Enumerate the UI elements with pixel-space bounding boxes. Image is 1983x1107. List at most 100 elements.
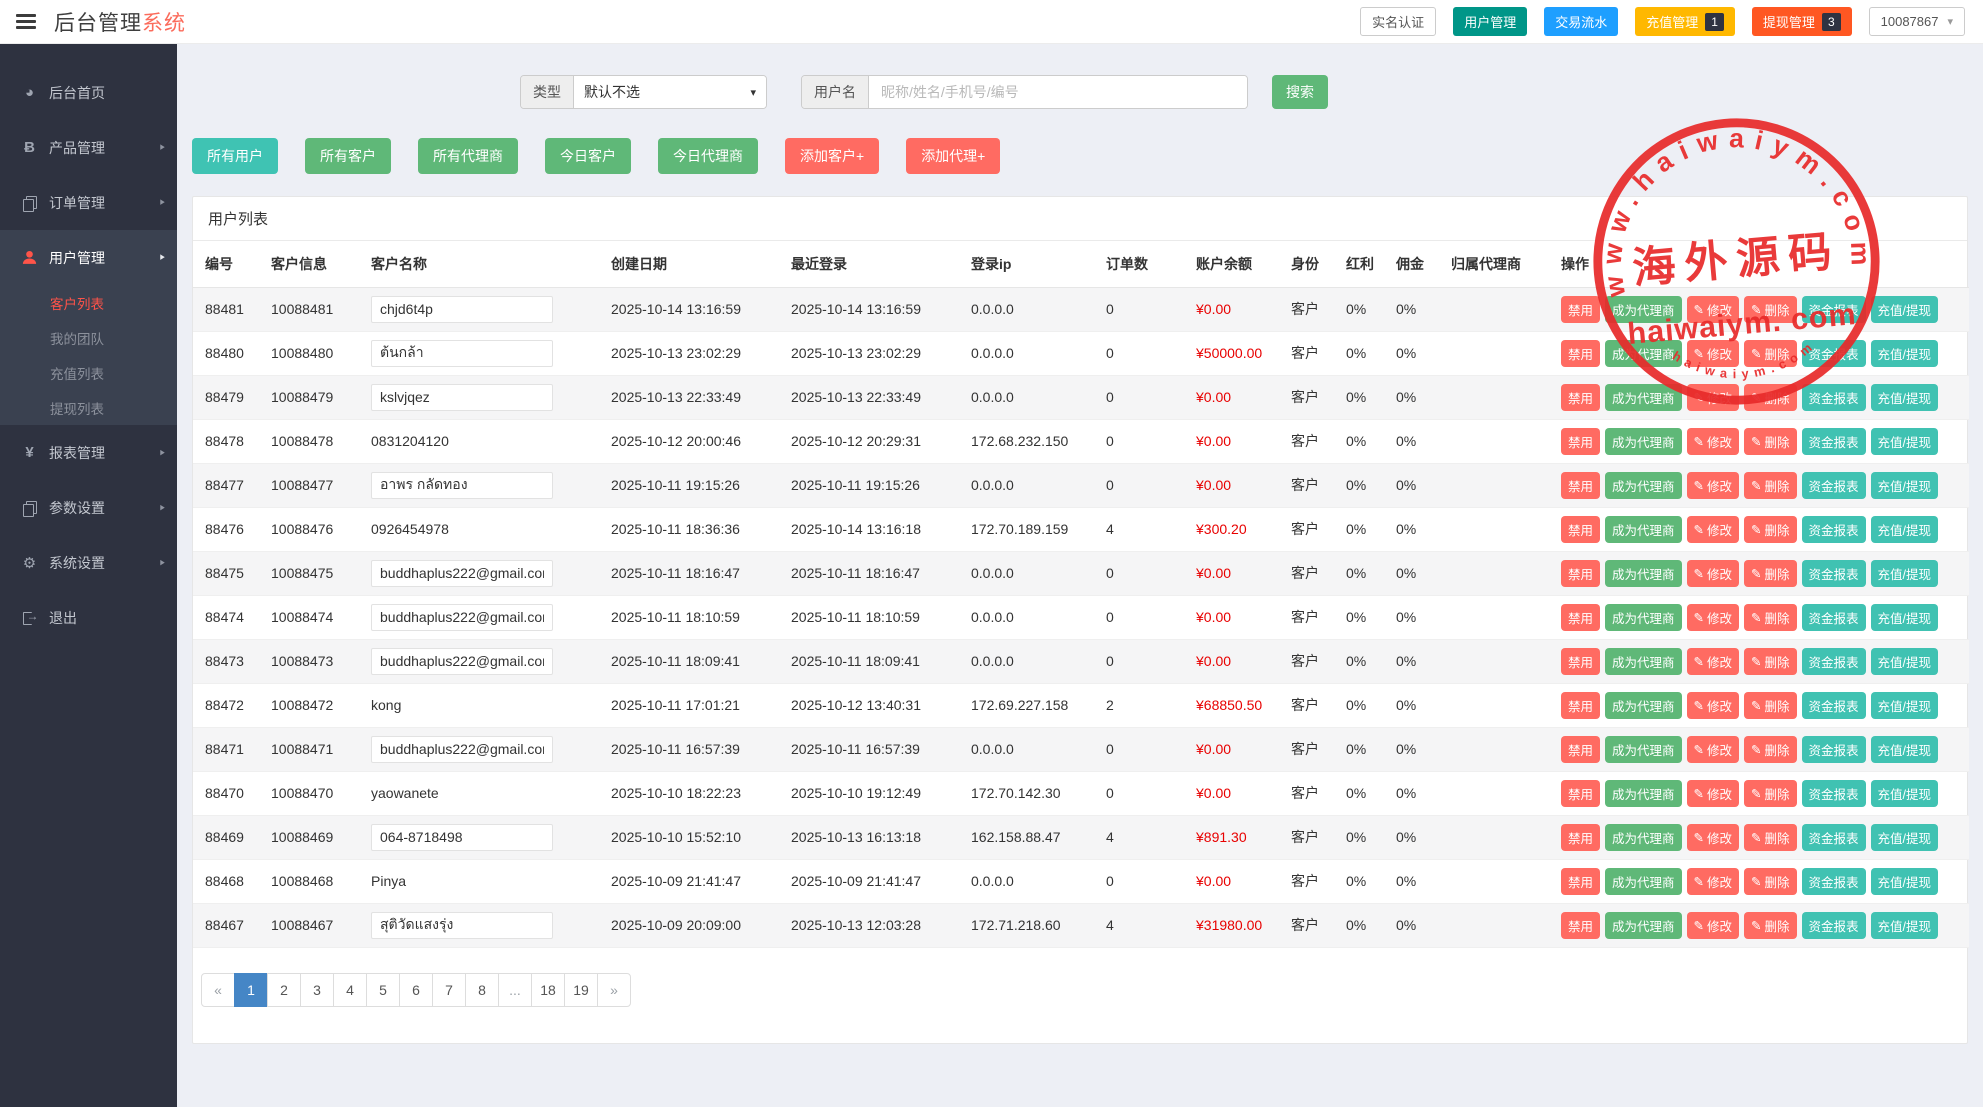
op-funds-report-button[interactable]: 资金报表	[1802, 428, 1866, 455]
account-dropdown[interactable]: 10087867 ▾	[1869, 7, 1965, 36]
sidebar-item-reports[interactable]: ¥报表管理▸	[0, 425, 177, 480]
action-all-customers-button[interactable]: 所有客户	[305, 138, 391, 174]
op-funds-report-button[interactable]: 资金报表	[1802, 648, 1866, 675]
op-funds-report-button[interactable]: 资金报表	[1802, 780, 1866, 807]
op-recharge-withdraw-button[interactable]: 充值/提现	[1871, 472, 1938, 499]
op-disable-button[interactable]: 禁用	[1561, 692, 1600, 719]
op-delete-button[interactable]: ✎删除	[1744, 428, 1797, 455]
customer-name-input[interactable]	[371, 648, 553, 675]
op-recharge-withdraw-button[interactable]: 充值/提现	[1871, 428, 1938, 455]
op-delete-button[interactable]: ✎删除	[1744, 648, 1797, 675]
op-make-agent-button[interactable]: 成为代理商	[1605, 384, 1682, 411]
op-delete-button[interactable]: ✎删除	[1744, 340, 1797, 367]
action-today-customers-button[interactable]: 今日客户	[545, 138, 631, 174]
op-edit-button[interactable]: ✎修改	[1687, 340, 1740, 367]
page-4-button[interactable]: 4	[333, 973, 367, 1007]
op-edit-button[interactable]: ✎修改	[1687, 868, 1740, 895]
page-2-button[interactable]: 2	[267, 973, 301, 1007]
op-disable-button[interactable]: 禁用	[1561, 428, 1600, 455]
op-delete-button[interactable]: ✎删除	[1744, 912, 1797, 939]
customer-name-input[interactable]	[371, 384, 553, 411]
page-3-button[interactable]: 3	[300, 973, 334, 1007]
op-recharge-withdraw-button[interactable]: 充值/提现	[1871, 912, 1938, 939]
op-delete-button[interactable]: ✎删除	[1744, 604, 1797, 631]
op-recharge-withdraw-button[interactable]: 充值/提现	[1871, 736, 1938, 763]
op-disable-button[interactable]: 禁用	[1561, 912, 1600, 939]
op-disable-button[interactable]: 禁用	[1561, 340, 1600, 367]
op-make-agent-button[interactable]: 成为代理商	[1605, 824, 1682, 851]
op-delete-button[interactable]: ✎删除	[1744, 516, 1797, 543]
op-recharge-withdraw-button[interactable]: 充值/提现	[1871, 516, 1938, 543]
op-recharge-withdraw-button[interactable]: 充值/提现	[1871, 868, 1938, 895]
op-edit-button[interactable]: ✎修改	[1687, 296, 1740, 323]
nav-recharge-management-button[interactable]: 充值管理1	[1635, 7, 1735, 36]
op-recharge-withdraw-button[interactable]: 充值/提现	[1871, 692, 1938, 719]
op-make-agent-button[interactable]: 成为代理商	[1605, 340, 1682, 367]
nav-realname-auth-button[interactable]: 实名认证	[1360, 7, 1436, 36]
op-edit-button[interactable]: ✎修改	[1687, 912, 1740, 939]
op-make-agent-button[interactable]: 成为代理商	[1605, 868, 1682, 895]
page-prev-button[interactable]: «	[201, 973, 235, 1007]
sidebar-item-dashboard[interactable]: ◕后台首页	[0, 65, 177, 120]
page-1-button[interactable]: 1	[234, 973, 268, 1007]
op-edit-button[interactable]: ✎修改	[1687, 780, 1740, 807]
op-funds-report-button[interactable]: 资金报表	[1802, 560, 1866, 587]
op-delete-button[interactable]: ✎删除	[1744, 472, 1797, 499]
op-edit-button[interactable]: ✎修改	[1687, 428, 1740, 455]
op-recharge-withdraw-button[interactable]: 充值/提现	[1871, 340, 1938, 367]
op-edit-button[interactable]: ✎修改	[1687, 560, 1740, 587]
action-today-agents-button[interactable]: 今日代理商	[658, 138, 758, 174]
action-add-agent-button[interactable]: 添加代理+	[906, 138, 1000, 174]
op-make-agent-button[interactable]: 成为代理商	[1605, 692, 1682, 719]
op-disable-button[interactable]: 禁用	[1561, 604, 1600, 631]
op-funds-report-button[interactable]: 资金报表	[1802, 824, 1866, 851]
search-button[interactable]: 搜索	[1272, 75, 1328, 109]
sidebar-subitem-my-team[interactable]: 我的团队	[0, 320, 177, 355]
op-disable-button[interactable]: 禁用	[1561, 736, 1600, 763]
op-disable-button[interactable]: 禁用	[1561, 868, 1600, 895]
sidebar-subitem-customer-list[interactable]: 客户列表	[0, 285, 177, 320]
op-funds-report-button[interactable]: 资金报表	[1802, 384, 1866, 411]
sidebar-item-users[interactable]: 用户管理▸	[0, 230, 177, 285]
op-delete-button[interactable]: ✎删除	[1744, 868, 1797, 895]
op-make-agent-button[interactable]: 成为代理商	[1605, 296, 1682, 323]
op-delete-button[interactable]: ✎删除	[1744, 780, 1797, 807]
op-funds-report-button[interactable]: 资金报表	[1802, 912, 1866, 939]
op-recharge-withdraw-button[interactable]: 充值/提现	[1871, 780, 1938, 807]
op-funds-report-button[interactable]: 资金报表	[1802, 340, 1866, 367]
op-make-agent-button[interactable]: 成为代理商	[1605, 472, 1682, 499]
op-delete-button[interactable]: ✎删除	[1744, 736, 1797, 763]
customer-name-input[interactable]	[371, 472, 553, 499]
sidebar-subitem-recharge-list[interactable]: 充值列表	[0, 355, 177, 390]
customer-name-input[interactable]	[371, 296, 553, 323]
op-recharge-withdraw-button[interactable]: 充值/提现	[1871, 296, 1938, 323]
sidebar-item-params[interactable]: 参数设置▸	[0, 480, 177, 535]
page-8-button[interactable]: 8	[465, 973, 499, 1007]
sidebar-item-logout[interactable]: 退出	[0, 590, 177, 645]
nav-transaction-flow-button[interactable]: 交易流水	[1544, 7, 1618, 36]
op-edit-button[interactable]: ✎修改	[1687, 824, 1740, 851]
op-delete-button[interactable]: ✎删除	[1744, 824, 1797, 851]
op-recharge-withdraw-button[interactable]: 充值/提现	[1871, 384, 1938, 411]
op-edit-button[interactable]: ✎修改	[1687, 604, 1740, 631]
op-edit-button[interactable]: ✎修改	[1687, 472, 1740, 499]
op-recharge-withdraw-button[interactable]: 充值/提现	[1871, 560, 1938, 587]
customer-name-input[interactable]	[371, 340, 553, 367]
op-edit-button[interactable]: ✎修改	[1687, 648, 1740, 675]
op-funds-report-button[interactable]: 资金报表	[1802, 692, 1866, 719]
op-recharge-withdraw-button[interactable]: 充值/提现	[1871, 604, 1938, 631]
op-edit-button[interactable]: ✎修改	[1687, 692, 1740, 719]
op-recharge-withdraw-button[interactable]: 充值/提现	[1871, 648, 1938, 675]
op-funds-report-button[interactable]: 资金报表	[1802, 516, 1866, 543]
op-funds-report-button[interactable]: 资金报表	[1802, 472, 1866, 499]
op-funds-report-button[interactable]: 资金报表	[1802, 604, 1866, 631]
type-select[interactable]: 默认不选 ▾	[574, 76, 766, 108]
op-disable-button[interactable]: 禁用	[1561, 516, 1600, 543]
action-all-agents-button[interactable]: 所有代理商	[418, 138, 518, 174]
op-delete-button[interactable]: ✎删除	[1744, 692, 1797, 719]
nav-withdraw-management-button[interactable]: 提现管理3	[1752, 7, 1852, 36]
op-funds-report-button[interactable]: 资金报表	[1802, 868, 1866, 895]
op-funds-report-button[interactable]: 资金报表	[1802, 296, 1866, 323]
op-edit-button[interactable]: ✎修改	[1687, 736, 1740, 763]
op-disable-button[interactable]: 禁用	[1561, 472, 1600, 499]
